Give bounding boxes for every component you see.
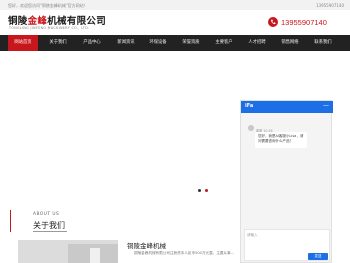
nav-item-about[interactable]: 关于我们: [43, 35, 73, 51]
about-english-title: ABOUT US: [33, 212, 60, 217]
nav-item-honors[interactable]: 荣誉资质: [176, 35, 206, 51]
nav-item-jobs[interactable]: 人才招聘: [242, 35, 272, 51]
top-phone-text: 13955907140: [316, 3, 344, 8]
minimize-icon[interactable]: —: [323, 103, 329, 109]
slider-dot-2[interactable]: [205, 189, 208, 192]
chat-input[interactable]: 请输入 发送: [244, 229, 330, 261]
nav-item-sales[interactable]: 销售网络: [275, 35, 305, 51]
phone-icon: [268, 17, 278, 27]
welcome-text: 您好，欢迎您访问"铜陵金峰机械"官方网站！: [8, 3, 88, 8]
main-nav: 网站首页 关于我们 产品中心 新闻资讯 环保设备 荣誉资质 主要客户 人才招聘 …: [0, 35, 350, 51]
about-accent-line: [10, 210, 11, 232]
logo-english: TONGLING JINFENG MACHINERY CO., LTD.: [9, 26, 90, 30]
hotline-number: 13955907140: [281, 18, 327, 27]
company-photo: [18, 240, 118, 263]
agent-avatar: [248, 125, 254, 131]
chat-placeholder: 请输入: [247, 233, 258, 237]
chat-widget: iFa — 客服 10:18 您好，我是AI客服小Lisa，请问需要咨询什么产品…: [240, 100, 333, 263]
about-title: 关于我们: [33, 221, 65, 230]
chat-logo: iFa: [245, 103, 254, 109]
about-divider: [33, 231, 67, 232]
site-header: 铜陵金峰机械有限公司 TONGLING JINFENG MACHINERY CO…: [0, 10, 350, 35]
logo-chinese[interactable]: 铜陵金峰机械有限公司: [8, 13, 106, 27]
building-door: [90, 248, 100, 263]
chat-header: iFa —: [241, 101, 333, 113]
nav-item-contact[interactable]: 联系我们: [308, 35, 338, 51]
nav-item-clients[interactable]: 主要客户: [209, 35, 239, 51]
company-name: 铜陵金峰机械: [127, 242, 166, 250]
nav-item-home[interactable]: 网站首页: [8, 35, 38, 51]
nav-item-environment[interactable]: 环保设备: [143, 35, 173, 51]
slider-dot-1[interactable]: [198, 189, 201, 192]
send-button[interactable]: 发送: [308, 253, 328, 260]
company-intro: 铜陵金峰机械有限公司注册资本人民币500万元整。主要从事...: [134, 251, 235, 255]
top-bar: 您好，欢迎您访问"铜陵金峰机械"官方网站！ 13955907140: [0, 0, 350, 10]
chat-message: 您好，我是AI客服小Lisa，请问需要咨询什么产品？: [255, 132, 307, 148]
nav-item-products[interactable]: 产品中心: [77, 35, 107, 51]
nav-item-news[interactable]: 新闻资讯: [111, 35, 141, 51]
